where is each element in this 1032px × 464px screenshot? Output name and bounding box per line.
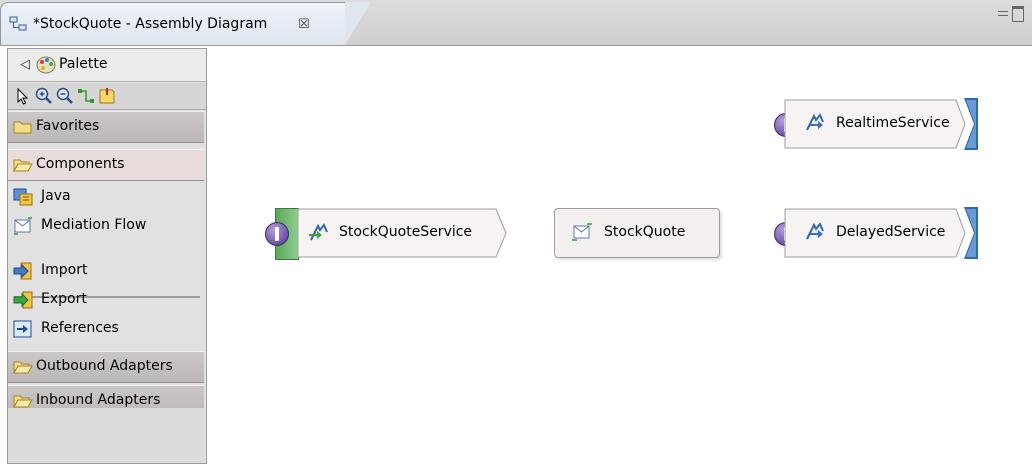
folder-icon (13, 121, 32, 134)
import-icon (13, 262, 32, 280)
palette-item-label: Java (41, 188, 71, 204)
palette-header: ◁ Palette (8, 49, 206, 82)
collapse-palette-icon[interactable]: ◁ (20, 57, 30, 72)
drawer-label: Favorites (36, 118, 100, 134)
palette-empty-area (8, 408, 204, 463)
folder-icon (13, 395, 33, 408)
palette-item-mediation-flow[interactable]: Mediation Flow (8, 213, 204, 239)
palette-item-label: Import (41, 262, 88, 278)
window-controls (998, 6, 1024, 22)
tab-stockquote-assembly-diagram[interactable]: *StockQuote - Assembly Diagram ☒ (0, 2, 371, 45)
drawer-components[interactable]: Components (8, 149, 204, 181)
folder-icon (13, 361, 33, 374)
palette-item-export[interactable]: Export (8, 287, 204, 313)
export-icon (13, 291, 33, 309)
export-service-icon (309, 223, 328, 241)
references-icon (13, 320, 32, 338)
assembly-diagram-icon (9, 16, 27, 31)
minimize-icon[interactable] (998, 11, 1008, 16)
palette-item-import[interactable]: Import (8, 258, 204, 284)
tab-title: *StockQuote - Assembly Diagram (33, 16, 268, 32)
node-label: RealtimeService (836, 115, 950, 131)
palette-item-label: Mediation Flow (41, 217, 147, 233)
import-service-icon (806, 113, 824, 131)
drawer-outbound-adapters[interactable]: Outbound Adapters (8, 351, 204, 383)
drawer-label: Components (36, 156, 125, 172)
palette-icon (36, 56, 56, 74)
java-component-icon (13, 188, 33, 206)
note-icon[interactable] (98, 87, 116, 105)
assembly-diagram-canvas[interactable]: StockQuoteService StockQuote RealtimeSer… (206, 46, 1032, 463)
import-service-icon (806, 222, 824, 240)
stockquote-mediation-node[interactable]: StockQuote (554, 208, 720, 258)
palette-item-label: Export (41, 291, 87, 307)
node-label: StockQuoteService (339, 224, 473, 240)
interface-icon[interactable] (265, 222, 289, 246)
select-arrow-icon[interactable] (14, 87, 32, 105)
node-label: DelayedService (836, 224, 946, 240)
zoom-out-icon[interactable] (56, 87, 74, 105)
mediation-flow-icon (14, 217, 32, 235)
node-label: StockQuote (604, 224, 686, 240)
tab-edge (345, 2, 371, 45)
editor-tab-bar: *StockQuote - Assembly Diagram ☒ (0, 0, 1032, 46)
palette: ◁ Palette Favorites Components Java Medi… (7, 48, 207, 464)
close-icon[interactable]: ☒ (298, 17, 310, 32)
maximize-icon[interactable] (1012, 6, 1024, 22)
folder-open-icon (13, 159, 33, 172)
palette-item-label: References (41, 320, 119, 336)
palette-item-references[interactable]: References (8, 316, 204, 342)
reference-tab[interactable] (964, 98, 990, 150)
drawer-label: Outbound Adapters (36, 358, 173, 374)
mediation-flow-icon (572, 223, 592, 241)
reference-tab[interactable] (964, 207, 990, 259)
drawer-favorites[interactable]: Favorites (8, 111, 204, 143)
zoom-in-icon[interactable] (35, 87, 53, 105)
palette-toolbar (8, 83, 206, 110)
drawer-label: Inbound Adapters (36, 392, 161, 408)
palette-title: Palette (59, 56, 108, 72)
palette-item-java[interactable]: Java (8, 184, 204, 210)
wire-icon[interactable] (77, 87, 95, 105)
